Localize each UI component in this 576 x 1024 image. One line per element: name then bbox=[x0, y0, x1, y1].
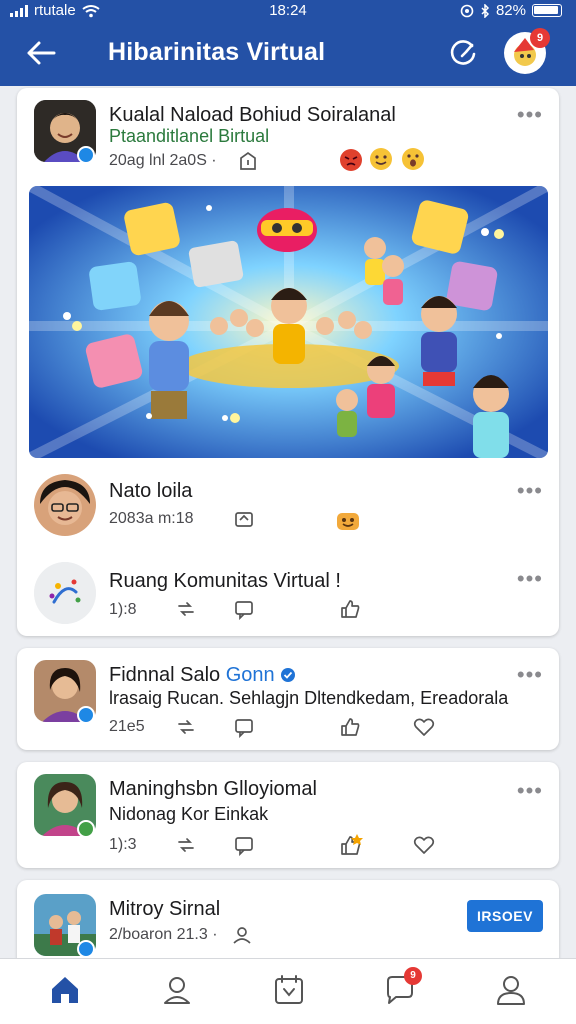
like-icon[interactable] bbox=[339, 598, 361, 620]
smile-reaction-icon[interactable] bbox=[368, 146, 394, 172]
person-avatar-icon bbox=[34, 474, 96, 536]
more-options-button[interactable]: ••• bbox=[517, 568, 543, 590]
community-post-count: 1):8 bbox=[109, 601, 137, 618]
notification-avatar-button[interactable]: 9 bbox=[504, 28, 550, 74]
battery-percent: 82% bbox=[495, 2, 526, 19]
app-header: rtutale 18:24 82% Hibarinitas Virtual 9 bbox=[0, 0, 576, 86]
back-arrow-icon[interactable] bbox=[24, 36, 58, 70]
post-subtitle: Nidonag Kor Einkak bbox=[109, 804, 269, 824]
bottom-navigation: 9 bbox=[0, 958, 576, 1024]
verified-badge-icon bbox=[77, 706, 95, 724]
heart-icon[interactable] bbox=[413, 716, 435, 738]
verified-icon bbox=[281, 668, 296, 682]
comment-time: 2083a m:18 bbox=[109, 510, 194, 527]
repost-icon[interactable] bbox=[175, 716, 197, 738]
wow-reaction-icon[interactable] bbox=[400, 146, 426, 172]
comment-icon[interactable] bbox=[233, 598, 255, 620]
post-meta: 2/boaron 21.3 · bbox=[109, 926, 218, 943]
bluetooth-icon bbox=[481, 3, 490, 18]
status-bar: rtutale 18:24 82% bbox=[0, 0, 576, 22]
more-options-button[interactable]: ••• bbox=[517, 780, 543, 802]
verified-badge-icon bbox=[77, 940, 95, 958]
battery-icon bbox=[532, 4, 562, 17]
clock: 18:24 bbox=[269, 2, 307, 19]
comment-icon[interactable] bbox=[233, 716, 255, 738]
title-bar: Hibarinitas Virtual 9 bbox=[0, 28, 576, 78]
comment-icon[interactable] bbox=[233, 834, 255, 856]
post-author[interactable]: Kualal Naload Bohiud Soiralanal bbox=[109, 104, 396, 127]
post-count: 1):3 bbox=[109, 836, 137, 853]
more-options-button[interactable]: ••• bbox=[517, 664, 543, 686]
location-icon bbox=[460, 4, 474, 17]
heart-icon[interactable] bbox=[413, 834, 435, 856]
messages-badge: 9 bbox=[404, 967, 422, 985]
calendar-icon[interactable] bbox=[272, 973, 306, 1007]
post-hero-image[interactable] bbox=[29, 186, 548, 458]
notification-badge: 9 bbox=[530, 28, 550, 48]
angry-reaction-icon[interactable] bbox=[338, 146, 364, 172]
community-avatar[interactable] bbox=[34, 562, 96, 624]
post-author[interactable]: Fidnnal Salo Gonn bbox=[109, 664, 296, 687]
feed-card-main: Kualal Naload Bohiud Soiralanal Ptaandit… bbox=[17, 88, 559, 636]
post-author[interactable]: Mitroy Sirnal bbox=[109, 898, 220, 921]
post-meta: 20ag lnl 2a0S · bbox=[109, 152, 217, 169]
post-count: 21e5 bbox=[109, 718, 145, 735]
refresh-icon[interactable] bbox=[444, 34, 482, 72]
repost-icon[interactable] bbox=[175, 834, 197, 856]
feed-card-fidnnal: Fidnnal Salo Gonn lrasaig Rucan. Sehlagj… bbox=[17, 648, 559, 750]
post-subtitle: Ptaanditlanel Birtual bbox=[109, 126, 270, 146]
like-active-icon[interactable] bbox=[339, 832, 365, 858]
feed-card-mitroy: Mitroy Sirnal 2/boaron 21.3 · IRSOEV bbox=[17, 880, 559, 970]
like-icon[interactable] bbox=[339, 716, 361, 738]
confetti-icon bbox=[34, 562, 96, 624]
post-author[interactable]: Maninghsbn Glloyiomal bbox=[109, 778, 317, 801]
comment-author[interactable]: Nato loila bbox=[109, 480, 192, 503]
community-celebration-illustration bbox=[29, 186, 548, 458]
author-highlight: Gonn bbox=[225, 664, 275, 686]
community-icon[interactable] bbox=[160, 973, 194, 1007]
community-post-text[interactable]: Ruang Komunitas Virtual ! bbox=[109, 570, 341, 593]
feed-card-maninghsbn: Maninghsbn Glloyiomal Nidonag Kor Einkak… bbox=[17, 762, 559, 868]
post-text: lrasaig Rucan. Sehlagjn Dltendkedam, Ere… bbox=[109, 688, 509, 708]
share-icon[interactable] bbox=[233, 508, 255, 530]
messages-nav-item[interactable]: 9 bbox=[382, 967, 422, 1007]
more-options-button[interactable]: ••• bbox=[517, 480, 543, 502]
audience-icon bbox=[233, 927, 251, 944]
profile-icon[interactable] bbox=[494, 973, 528, 1007]
sticker-reaction-icon[interactable] bbox=[335, 508, 361, 534]
author-name: Fidnnal Salo bbox=[109, 664, 221, 686]
home-icon[interactable] bbox=[48, 973, 82, 1007]
commenter-avatar[interactable] bbox=[34, 474, 96, 536]
follow-button[interactable]: IRSOEV bbox=[467, 900, 543, 932]
more-options-button[interactable]: ••• bbox=[517, 104, 543, 126]
page-title: Hibarinitas Virtual bbox=[108, 38, 326, 66]
online-badge-icon bbox=[77, 820, 95, 838]
audience-icon bbox=[240, 151, 256, 170]
verified-badge-icon bbox=[77, 146, 95, 164]
repost-icon[interactable] bbox=[175, 598, 197, 620]
